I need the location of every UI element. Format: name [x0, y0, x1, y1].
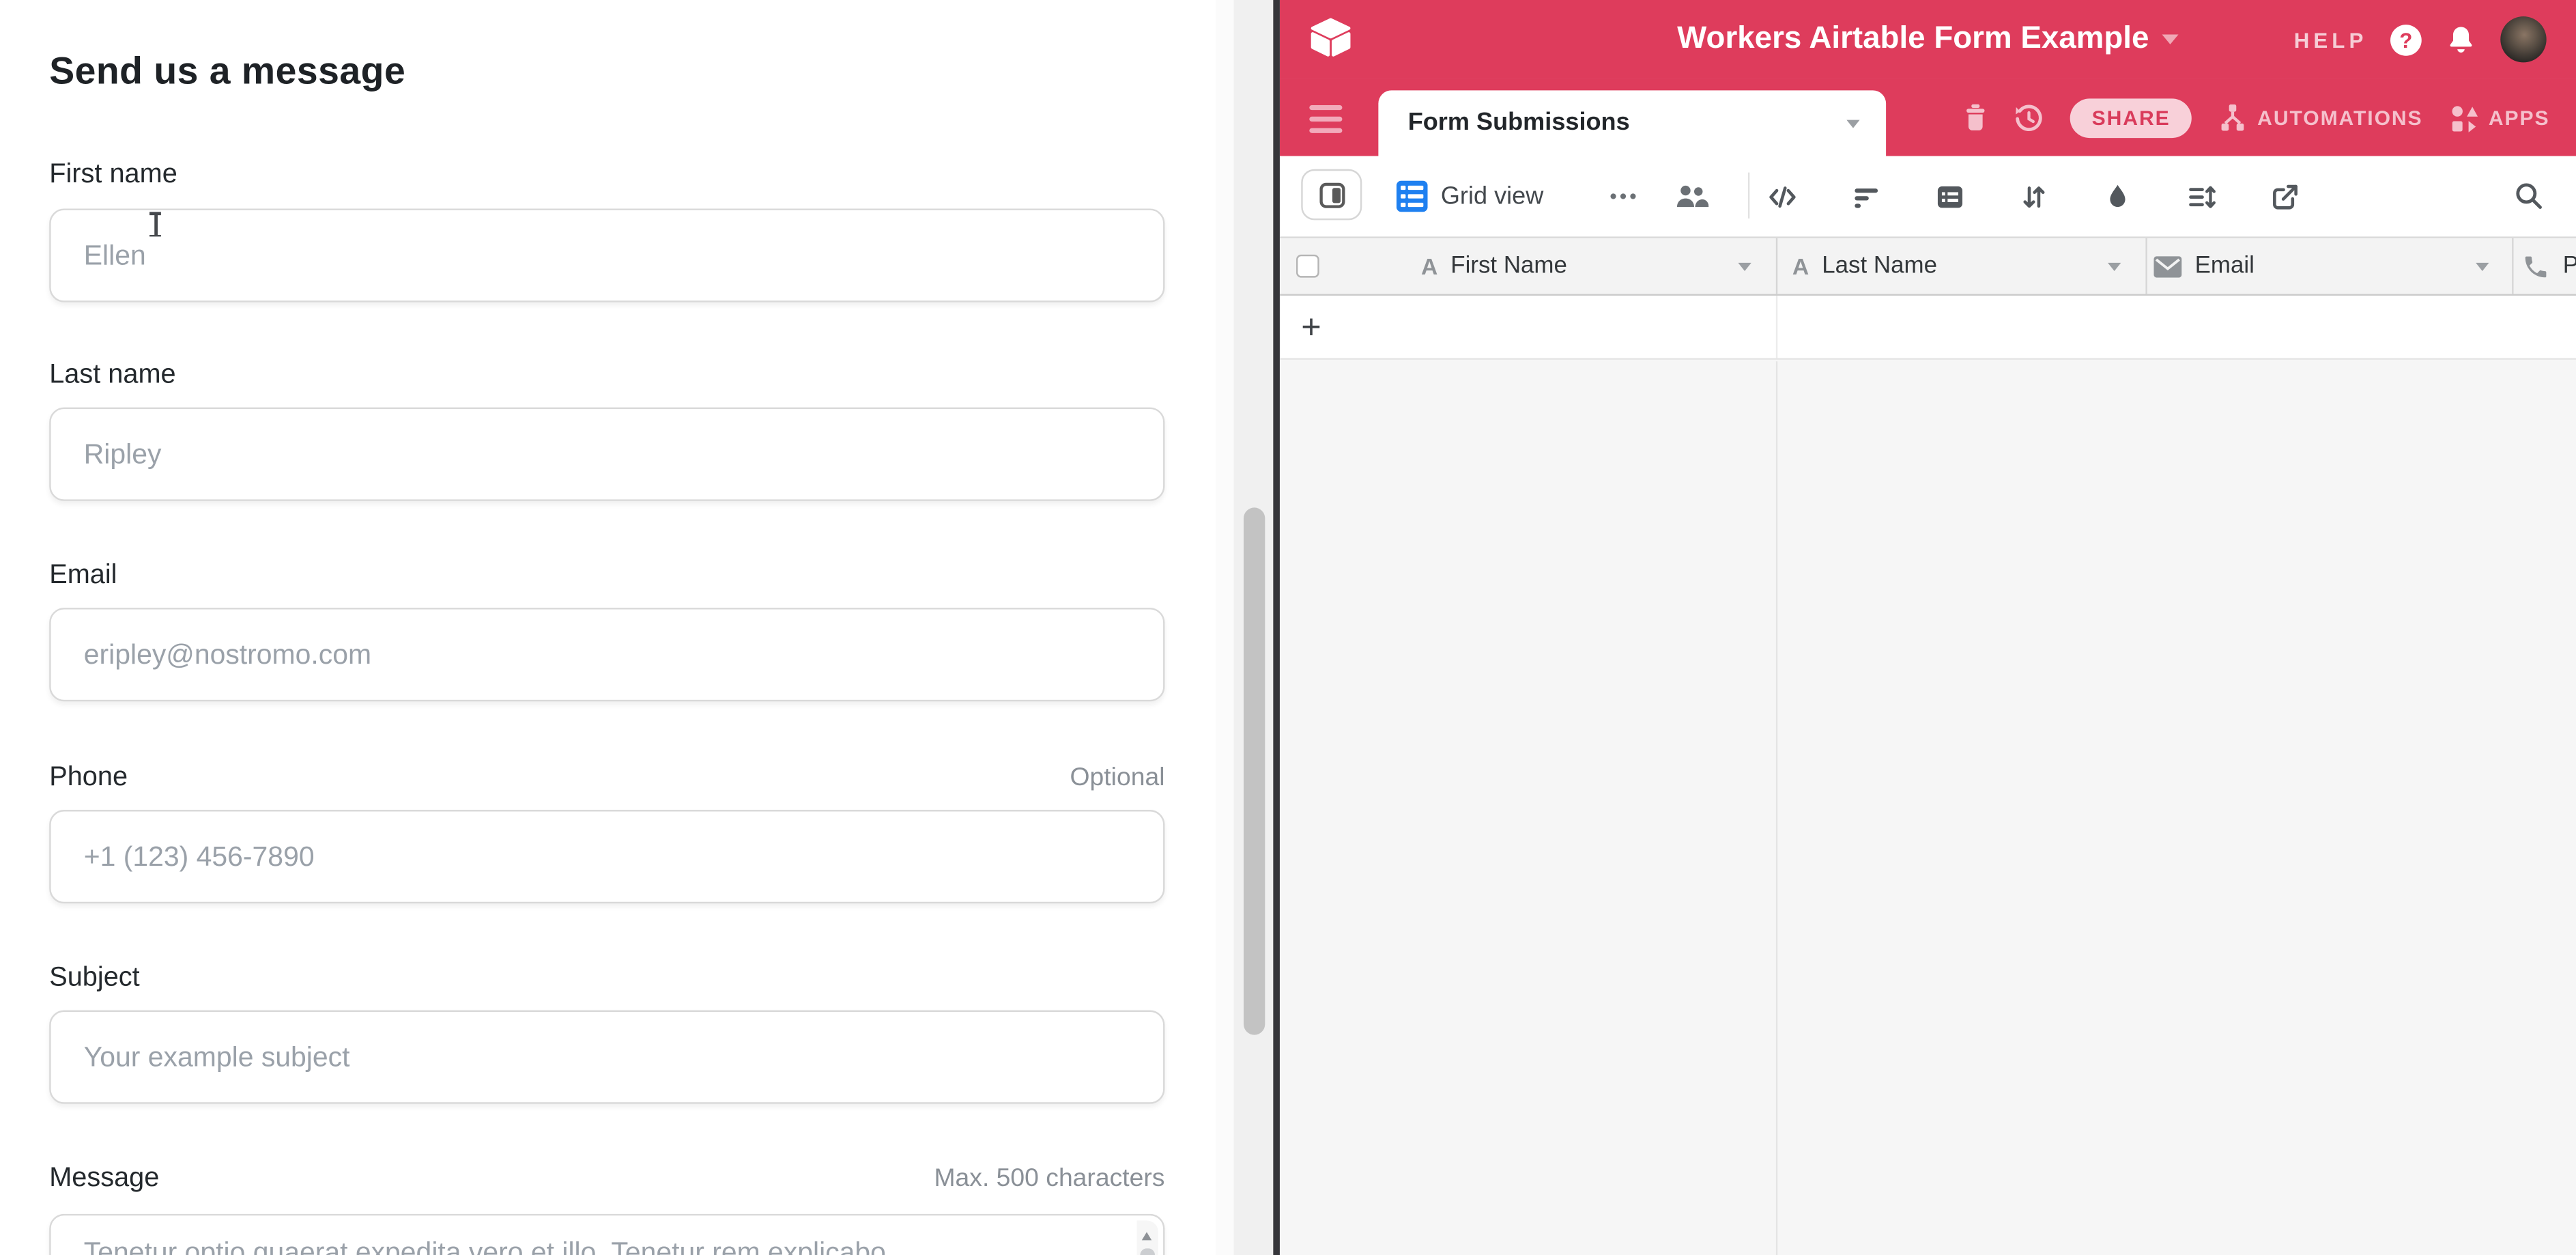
view-more-ellipsis-icon[interactable] [1607, 181, 1640, 212]
phone-optional-note: Optional [1070, 764, 1165, 793]
grid-view-icon [1397, 181, 1428, 212]
column-divider[interactable] [2145, 238, 2147, 294]
window-divider [1273, 0, 1280, 1255]
topbar-actions: HELP ? [2294, 0, 2547, 79]
apps-button[interactable]: APPS [2449, 102, 2549, 132]
share-button[interactable]: SHARE [2070, 98, 2192, 137]
view-sidebar-toggle-button[interactable] [1301, 169, 1362, 221]
chevron-down-icon[interactable] [2476, 263, 2489, 271]
filter-icon[interactable] [1852, 182, 1881, 211]
column-header-email[interactable]: Email [2195, 238, 2255, 294]
select-all-checkbox[interactable] [1296, 255, 1319, 278]
viewbar-divider [1748, 173, 1749, 218]
sidebar-toggle-icon [1319, 182, 1345, 208]
help-button[interactable]: HELP [2294, 27, 2368, 52]
message-maxchars-note: Max. 500 characters [934, 1165, 1164, 1194]
phone-field-type-icon [2522, 238, 2550, 294]
message-scrollbar[interactable] [1137, 1220, 1158, 1255]
first-name-input[interactable] [49, 209, 1164, 302]
view-tools [1768, 156, 2300, 237]
phone-input[interactable] [49, 810, 1164, 903]
airtable-topbar: Workers Airtable Form Example HELP ? [1280, 0, 2576, 79]
email-label: Email [49, 560, 117, 591]
chevron-down-icon[interactable] [1738, 263, 1751, 271]
column-divider [1776, 296, 1777, 358]
subject-label: Subject [49, 963, 139, 994]
trash-icon[interactable] [1964, 104, 1988, 132]
text-field-type-icon: A [1421, 238, 1437, 294]
view-bar: Grid view [1280, 156, 2576, 237]
first-name-label: First name [49, 159, 177, 191]
automations-button[interactable]: AUTOMATIONS [2218, 102, 2422, 132]
notifications-bell-icon[interactable] [2444, 23, 2477, 56]
share-view-icon[interactable] [2270, 182, 2300, 211]
text-field-type-icon: A [1792, 238, 1809, 294]
last-name-input[interactable] [49, 408, 1164, 501]
message-textarea[interactable]: Tenetur optio quaerat expedita vero et i… [49, 1214, 1164, 1255]
sidebar-menu-icon[interactable] [1309, 105, 1342, 133]
color-icon[interactable] [2103, 182, 2132, 211]
page-scrollbar[interactable] [1216, 0, 1273, 1255]
row-height-icon[interactable] [2187, 182, 2216, 211]
search-icon[interactable] [2514, 181, 2543, 210]
scroll-up-arrow-icon[interactable] [1142, 1232, 1151, 1240]
message-scrollbar-thumb[interactable] [1140, 1248, 1155, 1255]
toolbar-actions: SHARE AUTOMATIONS [1964, 79, 2550, 156]
airtable-panel: Workers Airtable Form Example HELP ? For… [1280, 0, 2576, 1255]
screen: Send us a message First name Last name E… [0, 0, 2576, 1255]
airtable-toolbar: Form Submissions [1280, 79, 2576, 156]
message-label: Message [49, 1163, 159, 1194]
table-tab-form-submissions[interactable]: Form Submissions [1378, 90, 1886, 156]
hide-fields-icon[interactable] [1768, 182, 1797, 211]
contact-form-panel: Send us a message First name Last name E… [0, 0, 1216, 1255]
email-input[interactable] [49, 608, 1164, 701]
email-field-type-icon [2153, 238, 2181, 294]
collaborators-icon[interactable] [1674, 182, 1709, 210]
column-divider [1776, 361, 1777, 1255]
history-icon[interactable] [2015, 102, 2044, 132]
base-title[interactable]: Workers Airtable Form Example [1461, 0, 2396, 79]
phone-label: Phone [49, 762, 128, 793]
column-header-phone[interactable]: Phone [2563, 238, 2576, 294]
chevron-down-icon [2162, 35, 2179, 44]
chevron-down-icon[interactable] [1846, 120, 1859, 128]
airtable-logo-icon[interactable] [1308, 16, 1354, 61]
subject-input[interactable] [49, 1011, 1164, 1104]
add-row-plus-icon[interactable]: + [1301, 296, 1321, 360]
view-name[interactable]: Grid view [1441, 156, 1543, 237]
user-avatar[interactable] [2500, 16, 2546, 62]
last-name-label: Last name [49, 360, 175, 391]
scrollbar-thumb[interactable] [1244, 507, 1265, 1034]
form-title: Send us a message [49, 49, 405, 94]
text-cursor-ibeam [148, 212, 163, 236]
column-header-last-name[interactable]: Last Name [1822, 238, 1937, 294]
grid-empty-area [1280, 361, 2576, 1255]
chevron-down-icon[interactable] [2108, 263, 2121, 271]
column-header-first-name[interactable]: First Name [1450, 238, 1567, 294]
message-placeholder: Tenetur optio quaerat expedita vero et i… [84, 1237, 894, 1255]
column-divider[interactable] [2512, 238, 2513, 294]
add-row-row[interactable]: + [1280, 296, 2576, 360]
group-icon[interactable] [1935, 182, 1964, 211]
table-header-row: A First Name A Last Name Email [1280, 236, 2576, 296]
help-question-icon[interactable]: ? [2390, 24, 2422, 55]
column-divider[interactable] [1776, 238, 1777, 294]
sort-icon[interactable] [2019, 182, 2048, 211]
